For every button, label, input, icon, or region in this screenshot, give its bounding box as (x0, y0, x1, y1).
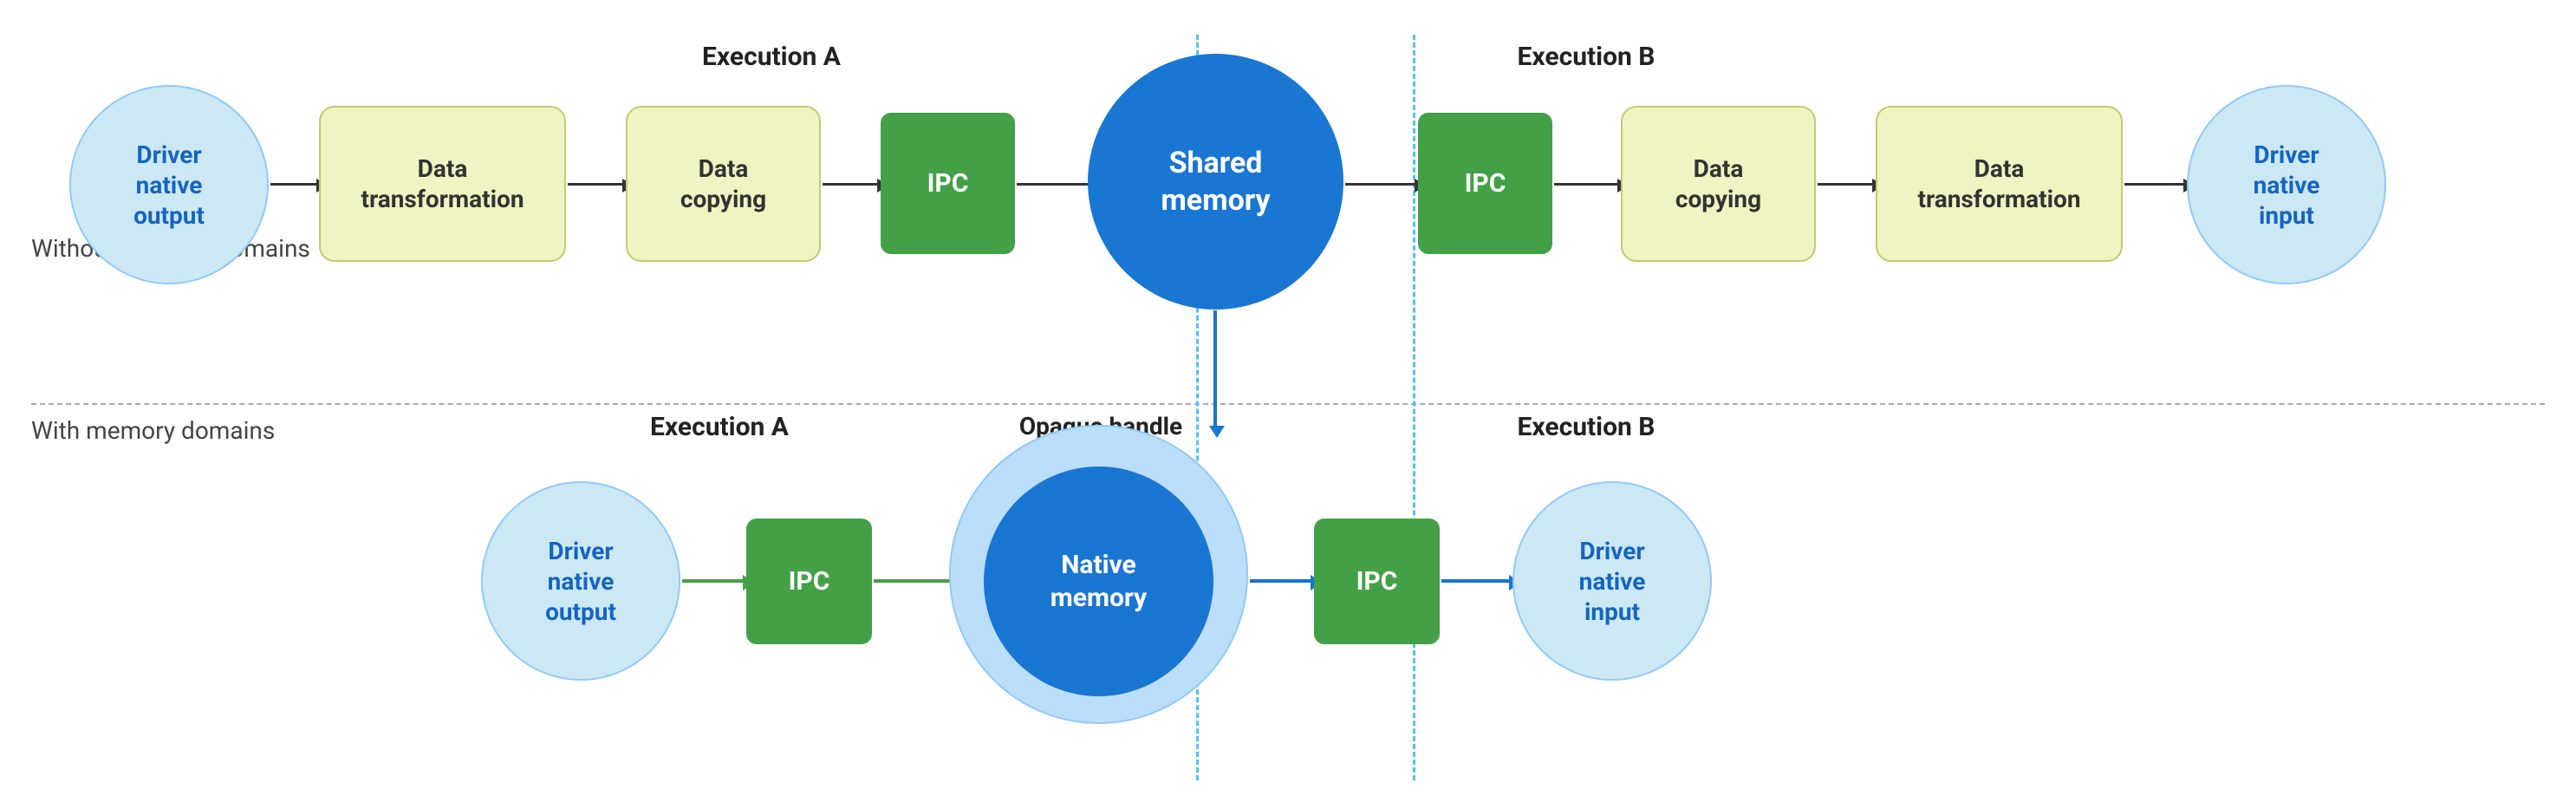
arrow-3 (823, 183, 879, 186)
arrow-b3 (1250, 579, 1312, 583)
arrow-8 (2124, 183, 2185, 186)
data-copying-1: Datacopying (626, 106, 821, 262)
ipc-4: IPC (1314, 519, 1440, 644)
with-label: With memory domains (31, 416, 275, 445)
exec-a-bottom-label: Execution A (607, 412, 832, 442)
arrow-5 (1345, 183, 1416, 186)
arrow-b2 (874, 579, 956, 583)
ipc-2: IPC (1418, 113, 1552, 254)
arrow-b4 (1441, 579, 1511, 583)
arrow-2 (568, 183, 624, 186)
native-memory: Nativememory (984, 467, 1213, 696)
ipc-1: IPC (881, 113, 1015, 254)
arrow-b1 (682, 579, 745, 583)
section-divider (31, 403, 2545, 405)
data-transformation-2: Datatransformation (1876, 106, 2123, 262)
exec-b-top-label: Execution B (1473, 42, 1699, 72)
driver-native-output-bottom: Drivernativeoutput (481, 481, 680, 681)
right-vline (1413, 35, 1415, 780)
data-transformation-1: Datatransformation (319, 106, 566, 262)
driver-native-input-bottom: Drivernativeinput (1512, 481, 1712, 681)
driver-native-input-top: Drivernativeinput (2187, 85, 2386, 284)
ipc-3: IPC (746, 519, 872, 644)
arrow-1 (270, 183, 318, 186)
shared-to-native-arrow (1213, 310, 1217, 427)
exec-b-bottom-label: Execution B (1473, 412, 1699, 442)
data-copying-2: Datacopying (1621, 106, 1816, 262)
diagram-container: Without memory domains With memory domai… (0, 0, 2576, 796)
arrow-6 (1554, 183, 1619, 186)
arrow-7 (1818, 183, 1874, 186)
driver-native-output-top: Drivernativeoutput (69, 85, 269, 284)
exec-a-top-label: Execution A (659, 42, 884, 72)
shared-memory: Sharedmemory (1088, 54, 1343, 310)
arrow-4 (1017, 183, 1099, 186)
